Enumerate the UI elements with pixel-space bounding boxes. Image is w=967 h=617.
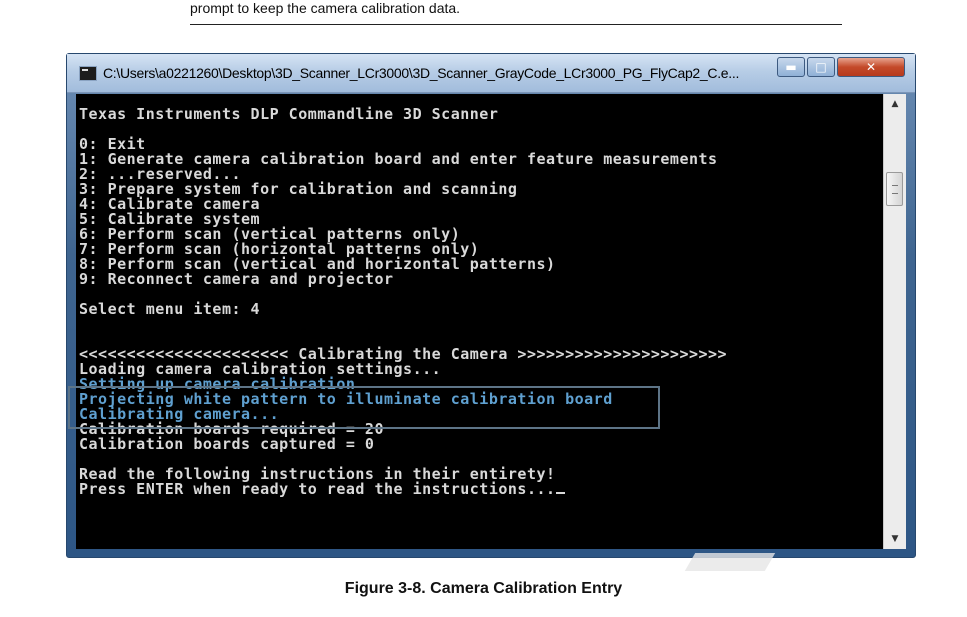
window-titlebar[interactable]: C:\Users\a0221260\Desktop\3D_Scanner_LCr…: [67, 54, 915, 93]
console-line: Press ENTER when ready to read the instr…: [79, 482, 727, 497]
console-output-area[interactable]: Texas Instruments DLP Commandline 3D Sca…: [76, 94, 883, 549]
console-text: Texas Instruments DLP Commandline 3D Sca…: [79, 107, 727, 497]
console-app-icon[interactable]: [79, 66, 97, 81]
maximize-icon: □: [815, 60, 827, 74]
document-intro-text: prompt to keep the camera calibration da…: [190, 0, 461, 16]
vertical-scrollbar[interactable]: ▲ ▼: [883, 94, 906, 549]
maximize-button[interactable]: □: [807, 57, 835, 77]
text-cursor: [555, 492, 565, 494]
watermark-fragment: [684, 553, 776, 571]
window-title: C:\Users\a0221260\Desktop\3D_Scanner_LCr…: [103, 65, 740, 81]
scroll-down-arrow-icon[interactable]: ▼: [884, 531, 906, 547]
minimize-icon: ▬: [785, 60, 797, 74]
console-line: Calibration boards captured = 0: [79, 435, 375, 453]
console-line: Select menu item: 4: [79, 300, 261, 318]
highlight-annotation-box: [68, 386, 660, 429]
console-window[interactable]: C:\Users\a0221260\Desktop\3D_Scanner_LCr…: [66, 53, 916, 558]
console-line: Texas Instruments DLP Commandline 3D Sca…: [79, 105, 499, 123]
minimize-button[interactable]: ▬: [777, 57, 805, 77]
document-divider: [190, 24, 842, 25]
scroll-up-arrow-icon[interactable]: ▲: [884, 96, 906, 112]
close-icon: ✕: [865, 60, 877, 74]
scroll-thumb[interactable]: [886, 172, 903, 206]
console-line: 9: Reconnect camera and projector: [79, 270, 394, 288]
close-button[interactable]: ✕: [837, 57, 905, 77]
figure-caption: Figure 3-8. Camera Calibration Entry: [344, 580, 623, 597]
